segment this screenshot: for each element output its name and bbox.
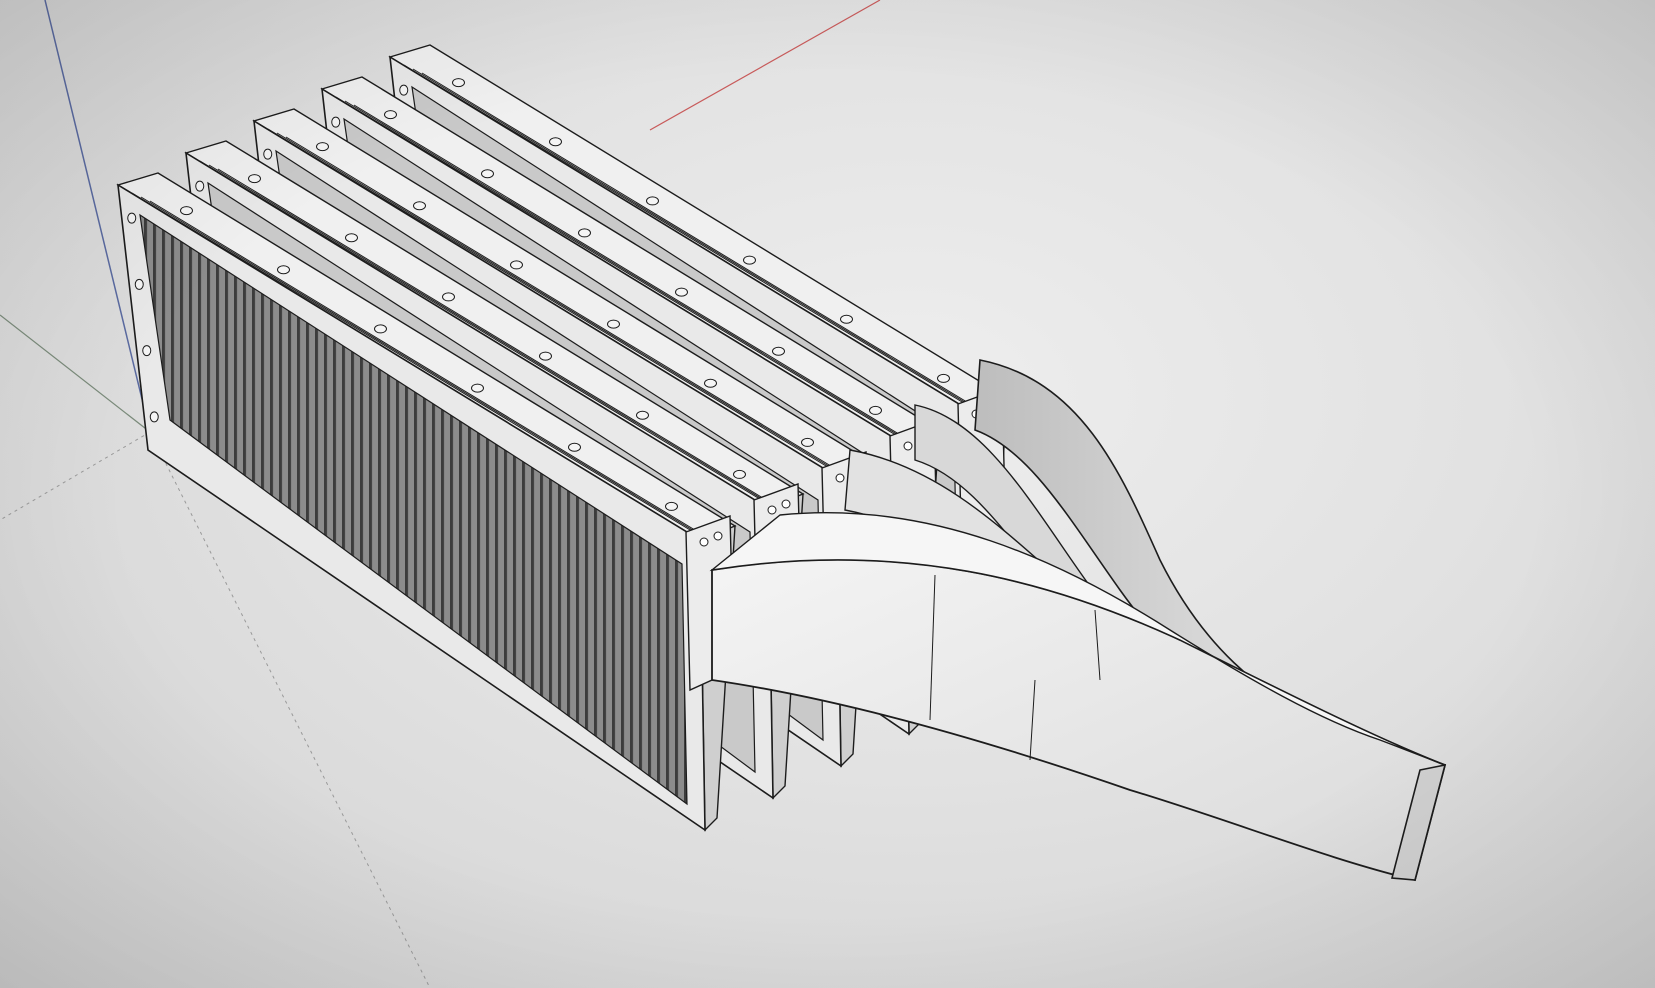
- port-hole: [713, 531, 723, 541]
- bolt-head: [263, 148, 273, 160]
- bolt-head: [743, 255, 756, 265]
- bolt-head: [471, 383, 484, 393]
- 3d-modeling-viewport[interactable]: [0, 0, 1655, 988]
- bolt-head: [801, 437, 814, 447]
- bolt-head: [374, 324, 387, 334]
- bolt-head: [646, 196, 659, 206]
- bolt-head: [127, 212, 137, 224]
- bolt-head: [704, 378, 717, 388]
- bolt-head: [142, 345, 152, 357]
- bolt-head: [149, 411, 159, 423]
- model-scene[interactable]: [0, 0, 1655, 988]
- bolt-head: [578, 228, 591, 238]
- bolt-head: [568, 442, 581, 452]
- port-hole: [781, 499, 791, 509]
- bolt-head: [937, 373, 950, 383]
- port-hole: [835, 473, 845, 483]
- bolt-head: [345, 233, 358, 243]
- bolt-head: [772, 346, 785, 356]
- red-axis-dashed-line: [0, 431, 151, 521]
- red-axis-line: [649, 0, 881, 131]
- bolt-head: [607, 319, 620, 329]
- bolt-head: [733, 469, 746, 479]
- green-axis-line: [0, 314, 151, 433]
- bolt-head: [316, 142, 329, 152]
- bolt-head: [413, 201, 426, 211]
- bolt-head: [840, 314, 853, 324]
- bolt-head: [452, 78, 465, 88]
- bolt-head: [549, 137, 562, 147]
- port-hole: [699, 537, 709, 547]
- bolt-head: [539, 351, 552, 361]
- bolt-head: [636, 410, 649, 420]
- bolt-head: [134, 278, 144, 290]
- bolt-head: [180, 206, 193, 216]
- bolt-head: [384, 110, 397, 120]
- port-hole: [903, 441, 913, 451]
- bolt-head: [248, 174, 261, 184]
- bolt-head: [675, 287, 688, 297]
- bolt-head: [399, 84, 409, 96]
- bolt-head: [869, 405, 882, 415]
- bolt-head: [665, 501, 678, 511]
- bolt-head: [442, 292, 455, 302]
- port-hole: [767, 505, 777, 515]
- bolt-head: [277, 265, 290, 275]
- bolt-head: [195, 180, 205, 192]
- bolt-head: [481, 169, 494, 179]
- bolt-head: [331, 116, 341, 128]
- bolt-head: [510, 260, 523, 270]
